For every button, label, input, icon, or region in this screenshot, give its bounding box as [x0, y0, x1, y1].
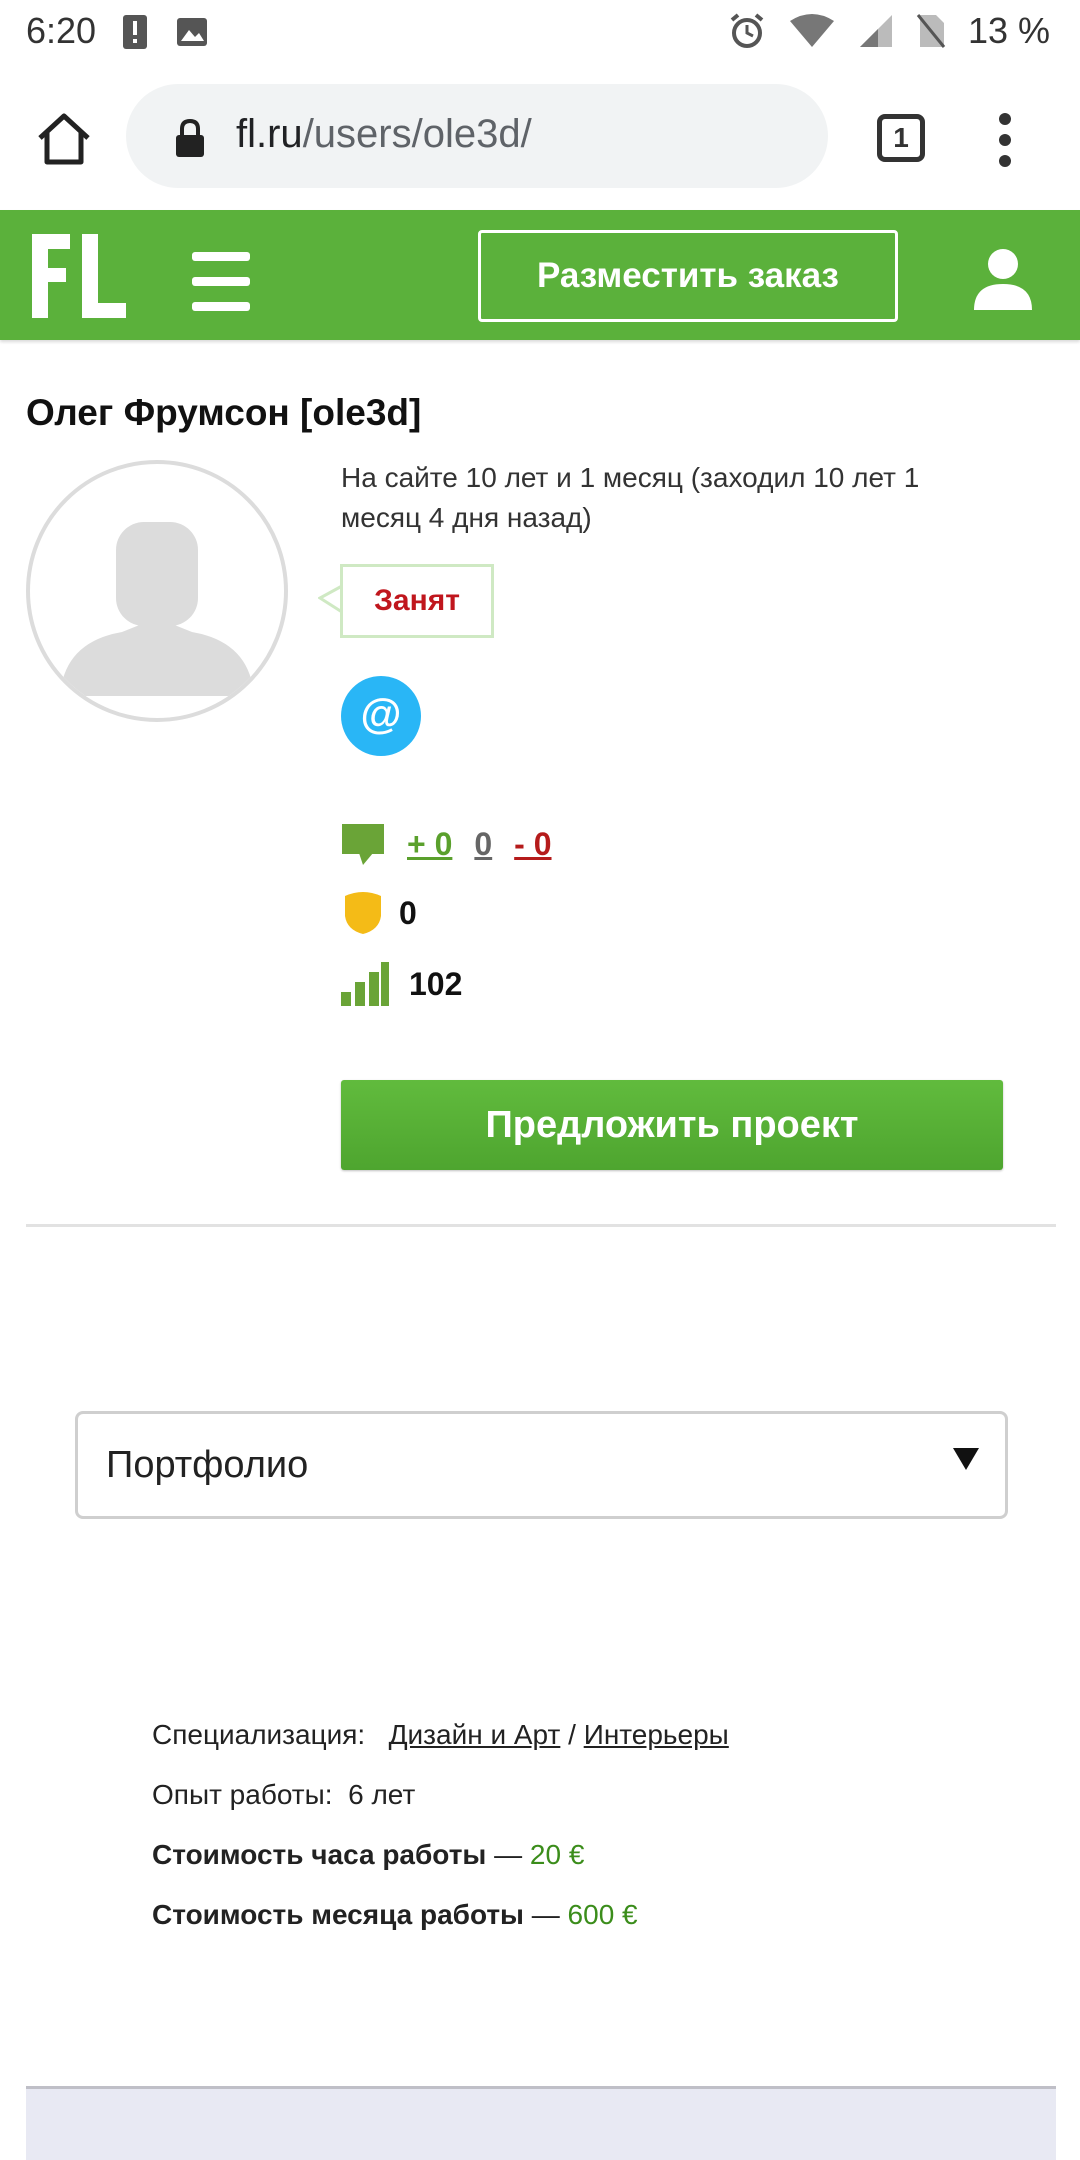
rating-value: 102 [409, 965, 463, 1002]
more-vert-icon[interactable] [990, 112, 1020, 168]
status-time: 6:20 [26, 10, 97, 51]
avatar [26, 460, 288, 722]
status-right: 13 % [728, 10, 1050, 52]
month-price-value: 600 € [567, 1899, 638, 1930]
reviews-positive-link[interactable]: + 0 [407, 826, 452, 863]
month-price-line: Стоимость месяца работы — 600 € [152, 1895, 1032, 1955]
status-notification-icons [122, 14, 208, 50]
hour-price-line: Стоимость часа работы — 20 € [152, 1835, 1032, 1895]
comment-icon [342, 824, 384, 865]
footer-section [26, 2089, 1056, 2160]
battery-level: 13 % [967, 10, 1050, 51]
hour-price-value: 20 € [529, 1839, 585, 1870]
propose-project-button[interactable]: Предложить проект [341, 1080, 1003, 1170]
place-order-button[interactable]: Разместить заказ [478, 230, 898, 322]
rating-bars-icon [341, 962, 389, 1006]
month-price-label: Стоимость месяца работы [152, 1899, 524, 1930]
month-price-dash: — [531, 1899, 560, 1930]
address-bar[interactable]: fl.ru/users/ole3d/ [126, 84, 828, 188]
shield-icon [345, 892, 381, 934]
url-path: /users/ole3d/ [302, 112, 532, 156]
section-divider [26, 1224, 1056, 1227]
alarm-icon [730, 13, 764, 48]
url-text: fl.ru/users/ole3d/ [236, 112, 532, 157]
site-header: FL Разместить заказ [0, 210, 1080, 340]
experience-line: Опыт работы: 6 лет [152, 1775, 1032, 1835]
signal-icon [859, 15, 892, 47]
specialization-category-link[interactable]: Дизайн и Арт [389, 1719, 561, 1750]
status-badge-text: Занят [374, 584, 460, 617]
wifi-icon [789, 14, 834, 47]
browser-toolbar: fl.ru/users/ole3d/ 1 [0, 66, 1080, 210]
status-badge: Занят [318, 564, 494, 638]
reviews-row: + 0 0 - 0 [341, 822, 552, 866]
status-bar: 6:20 13 % [0, 0, 1080, 66]
specialization-line: Специализация: Дизайн и Арт / Интерьеры [152, 1715, 1032, 1775]
hour-price-label: Стоимость часа работы [152, 1839, 487, 1870]
experience-label: Опыт работы: [152, 1779, 333, 1810]
experience-value: 6 лет [348, 1779, 416, 1810]
portfolio-select[interactable]: Портфолио [75, 1411, 1008, 1519]
rating-row: 102 [341, 962, 462, 1006]
shield-value: 0 [399, 894, 417, 931]
url-host: fl.ru [236, 112, 303, 156]
portfolio-select-value: Портфолио [106, 1444, 309, 1486]
specialization-label: Специализация: [152, 1719, 366, 1750]
reviews-negative-link[interactable]: - 0 [514, 826, 551, 863]
avatar-placeholder-icon [60, 522, 254, 696]
email-contact-icon[interactable]: @ [341, 676, 421, 756]
tab-switcher-button[interactable]: 1 [877, 114, 925, 162]
alert-icon [123, 15, 147, 49]
menu-hamburger-icon[interactable] [192, 252, 254, 316]
reviews-neutral-link[interactable]: 0 [474, 826, 492, 863]
user-icon[interactable] [970, 246, 1036, 312]
image-icon [177, 18, 207, 46]
profile-name: Олег Фрумсон [ole3d] [26, 392, 422, 433]
lock-icon [176, 118, 204, 157]
shield-row: 0 [341, 890, 417, 936]
freelancer-info: Специализация: Дизайн и Арт / Интерьеры … [152, 1715, 1032, 1955]
hour-price-dash: — [494, 1839, 523, 1870]
specialization-sub-link[interactable]: Интерьеры [584, 1719, 729, 1750]
no-sim-icon [916, 14, 946, 48]
fl-logo[interactable]: FL [28, 230, 132, 322]
home-icon[interactable] [34, 108, 94, 168]
site-membership-text: На сайте 10 лет и 1 месяц (заходил 10 ле… [341, 462, 920, 533]
specialization-separator: / [568, 1719, 576, 1750]
dropdown-arrow-icon [953, 1448, 979, 1470]
